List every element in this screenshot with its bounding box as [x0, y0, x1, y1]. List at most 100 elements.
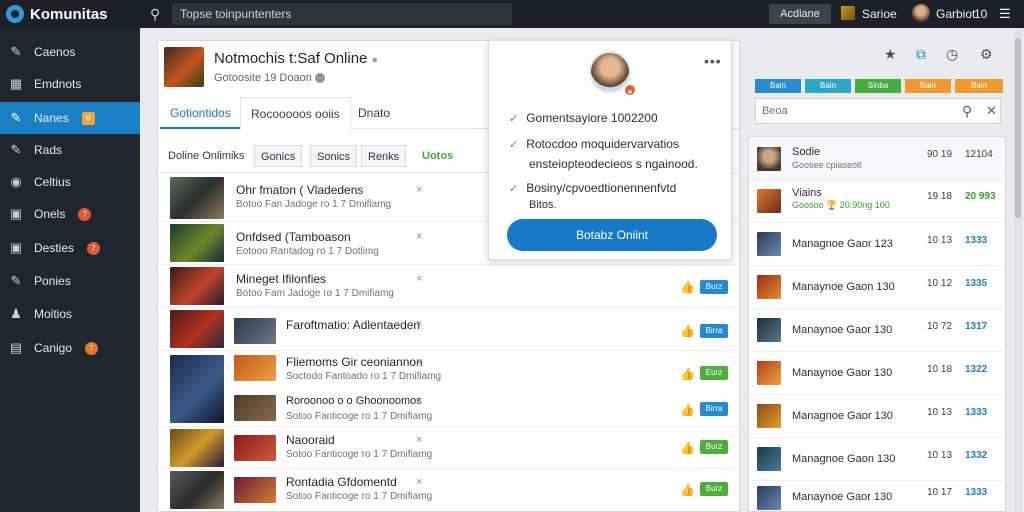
- item-thumbnail[interactable]: [170, 355, 224, 423]
- sidebar-item-canigo[interactable]: ▤ Canigo 7: [0, 332, 140, 364]
- ranking-avatar[interactable]: [757, 189, 781, 213]
- top-game-label[interactable]: Sarioe: [862, 7, 897, 21]
- close-icon[interactable]: ×: [416, 273, 422, 285]
- filter-sonics[interactable]: Sonics: [310, 145, 358, 167]
- global-search-input[interactable]: [172, 3, 512, 25]
- ranking-avatar[interactable]: [757, 361, 781, 385]
- tab-dnato[interactable]: Dnato: [348, 97, 400, 129]
- item-title[interactable]: Faroftmatio: Adlentaeden: [286, 318, 420, 332]
- thumbs-up-icon[interactable]: 👍: [680, 367, 695, 381]
- side-search-input[interactable]: [756, 99, 956, 123]
- status-tag[interactable]: Birra: [700, 402, 728, 416]
- clock-icon[interactable]: ◷: [946, 46, 958, 63]
- close-icon[interactable]: ×: [416, 231, 422, 243]
- ranking-row[interactable]: Manaynoe Gaor 130 10 18 1322: [749, 352, 1005, 395]
- ranking-name[interactable]: Sodie: [792, 146, 820, 158]
- ranking-avatar[interactable]: [757, 404, 781, 428]
- user-avatar[interactable]: [912, 4, 930, 22]
- ranking-row[interactable]: Viains Goosoo 🏆 20.90ng 100 19 18 20 993: [749, 181, 1005, 223]
- close-icon[interactable]: ×: [416, 318, 422, 330]
- ranking-name[interactable]: Managnoe Gaor 130: [792, 410, 893, 422]
- ranking-avatar[interactable]: [757, 486, 781, 510]
- user-name[interactable]: Garbiot: [936, 7, 975, 21]
- item-thumbnail[interactable]: [170, 177, 224, 219]
- ranking-name[interactable]: Manaynoe Gaor 130: [792, 491, 892, 503]
- status-tag[interactable]: Birra: [700, 324, 728, 338]
- list-item[interactable]: Fliemoms Gir ceoniannon Soctodo Fantoado…: [158, 351, 739, 427]
- page-scrollbar[interactable]: [1014, 28, 1022, 512]
- sidebar-item-onels[interactable]: ▣ Onels 7: [0, 198, 140, 230]
- tab-rocooooos[interactable]: Rocooooos ooiis: [240, 97, 351, 129]
- item-thumbnail[interactable]: [170, 471, 224, 509]
- close-icon[interactable]: ×: [416, 434, 422, 446]
- category-tab[interactable]: Bain: [905, 79, 951, 93]
- sidebar-item-desties[interactable]: ▣ Desties 7: [0, 232, 140, 264]
- ranking-row[interactable]: Manaynoe Gaor 130 10 72 1317: [749, 309, 1005, 352]
- thumbs-up-icon[interactable]: 👍: [680, 483, 695, 497]
- scrollbar-thumb[interactable]: [1015, 38, 1021, 218]
- item-secondary-thumbnail[interactable]: [234, 395, 276, 421]
- item-secondary-thumbnail[interactable]: [234, 435, 276, 461]
- status-tag[interactable]: Burz: [700, 280, 728, 294]
- ranking-avatar[interactable]: [757, 147, 781, 171]
- close-icon[interactable]: ×: [416, 184, 422, 196]
- filter-gonics[interactable]: Gonics: [254, 145, 303, 167]
- ranking-name[interactable]: Manaynoe Gaon 130: [792, 281, 895, 293]
- category-tab[interactable]: Bain: [805, 79, 851, 93]
- category-tab[interactable]: Sinba: [855, 79, 901, 93]
- ranking-name[interactable]: Manaynoe Gaor 130: [792, 367, 892, 379]
- item-thumbnail[interactable]: [170, 224, 224, 262]
- item-title[interactable]: Onfdsed (Tamboason: [236, 230, 351, 244]
- brand[interactable]: Komunitas: [6, 4, 108, 24]
- game-thumbnail-icon[interactable]: [841, 6, 855, 20]
- list-item[interactable]: Mineget Ifilonfies Botoo Fam Jadoge ro 1…: [158, 265, 739, 308]
- settings-gear-icon[interactable]: ⚙: [980, 46, 993, 63]
- thumbs-up-icon[interactable]: 👍: [680, 324, 695, 338]
- sidebar-item-moitios[interactable]: ♟ Moitios: [0, 298, 140, 330]
- popup-primary-button[interactable]: Botabz Oniint: [507, 219, 717, 251]
- game-cover-image[interactable]: [164, 47, 204, 87]
- item-thumbnail[interactable]: [170, 267, 224, 305]
- category-tab[interactable]: Bain: [955, 79, 1003, 93]
- ranking-row[interactable]: Manaynoe Gaon 130 10 12 1335: [749, 266, 1005, 309]
- filter-doline-onlimiks[interactable]: Doline Onlimiks: [162, 145, 250, 167]
- thumbs-up-icon[interactable]: 👍: [680, 441, 695, 455]
- info-icon[interactable]: ●: [371, 54, 378, 66]
- item-thumbnail[interactable]: [170, 310, 224, 348]
- thumbs-up-icon[interactable]: 👍: [680, 280, 695, 294]
- ranking-avatar[interactable]: [757, 275, 781, 299]
- filter-renks[interactable]: Renks: [361, 145, 407, 167]
- thumbs-up-icon[interactable]: 👍: [680, 403, 695, 417]
- list-item[interactable]: Faroftmatio: Adlentaeden × 👍 Birra: [158, 308, 739, 351]
- sidebar-item-rads[interactable]: ✎ Rads: [0, 134, 140, 166]
- item-secondary-thumbnail[interactable]: [234, 477, 276, 503]
- share-icon[interactable]: ⧉: [916, 46, 926, 63]
- item-title[interactable]: Naooraid: [286, 433, 335, 447]
- item-title[interactable]: Ohr fmaton ( Vladedens: [236, 183, 363, 197]
- ranking-avatar[interactable]: [757, 447, 781, 471]
- ranking-row[interactable]: Managnoe Gaor 123 10 13 1333: [749, 223, 1005, 266]
- ranking-row[interactable]: Managnoe Gaon 130 10 13 1332: [749, 438, 1005, 481]
- item-secondary-thumbnail[interactable]: [234, 318, 276, 344]
- ranking-row[interactable]: Sodie Goosee cpiaseolt 90 19 12104: [749, 137, 1005, 181]
- item-secondary-thumbnail[interactable]: [234, 355, 276, 381]
- item-thumbnail[interactable]: [170, 429, 224, 467]
- sidebar-item-emdnots[interactable]: ▦ Emdnots: [0, 68, 140, 100]
- status-tag[interactable]: Burz: [700, 440, 728, 454]
- close-icon[interactable]: ×: [416, 395, 422, 407]
- notification-count[interactable]: 10: [974, 7, 987, 21]
- status-tag[interactable]: Burz: [700, 482, 728, 496]
- list-item[interactable]: Rontadia Gfdomentd Sotoo Fanticoge ro 1 …: [158, 469, 739, 512]
- ranking-name[interactable]: Managnoe Gaon 130: [792, 453, 895, 465]
- ranking-avatar[interactable]: [757, 318, 781, 342]
- item-title[interactable]: Fliemoms Gir ceoniannon: [286, 355, 423, 369]
- star-icon[interactable]: ★: [884, 46, 897, 63]
- ranking-avatar[interactable]: [757, 232, 781, 256]
- category-tab[interactable]: Bain: [755, 79, 801, 93]
- more-options-icon[interactable]: •••: [704, 53, 722, 69]
- close-icon[interactable]: ×: [416, 476, 422, 488]
- item-title[interactable]: Rontadia Gfdomentd: [286, 475, 397, 489]
- filter-uotos[interactable]: Uotos: [416, 145, 459, 167]
- ranking-name[interactable]: Managnoe Gaor 123: [792, 238, 893, 250]
- sidebar-item-celtius[interactable]: ◉ Celtius: [0, 166, 140, 198]
